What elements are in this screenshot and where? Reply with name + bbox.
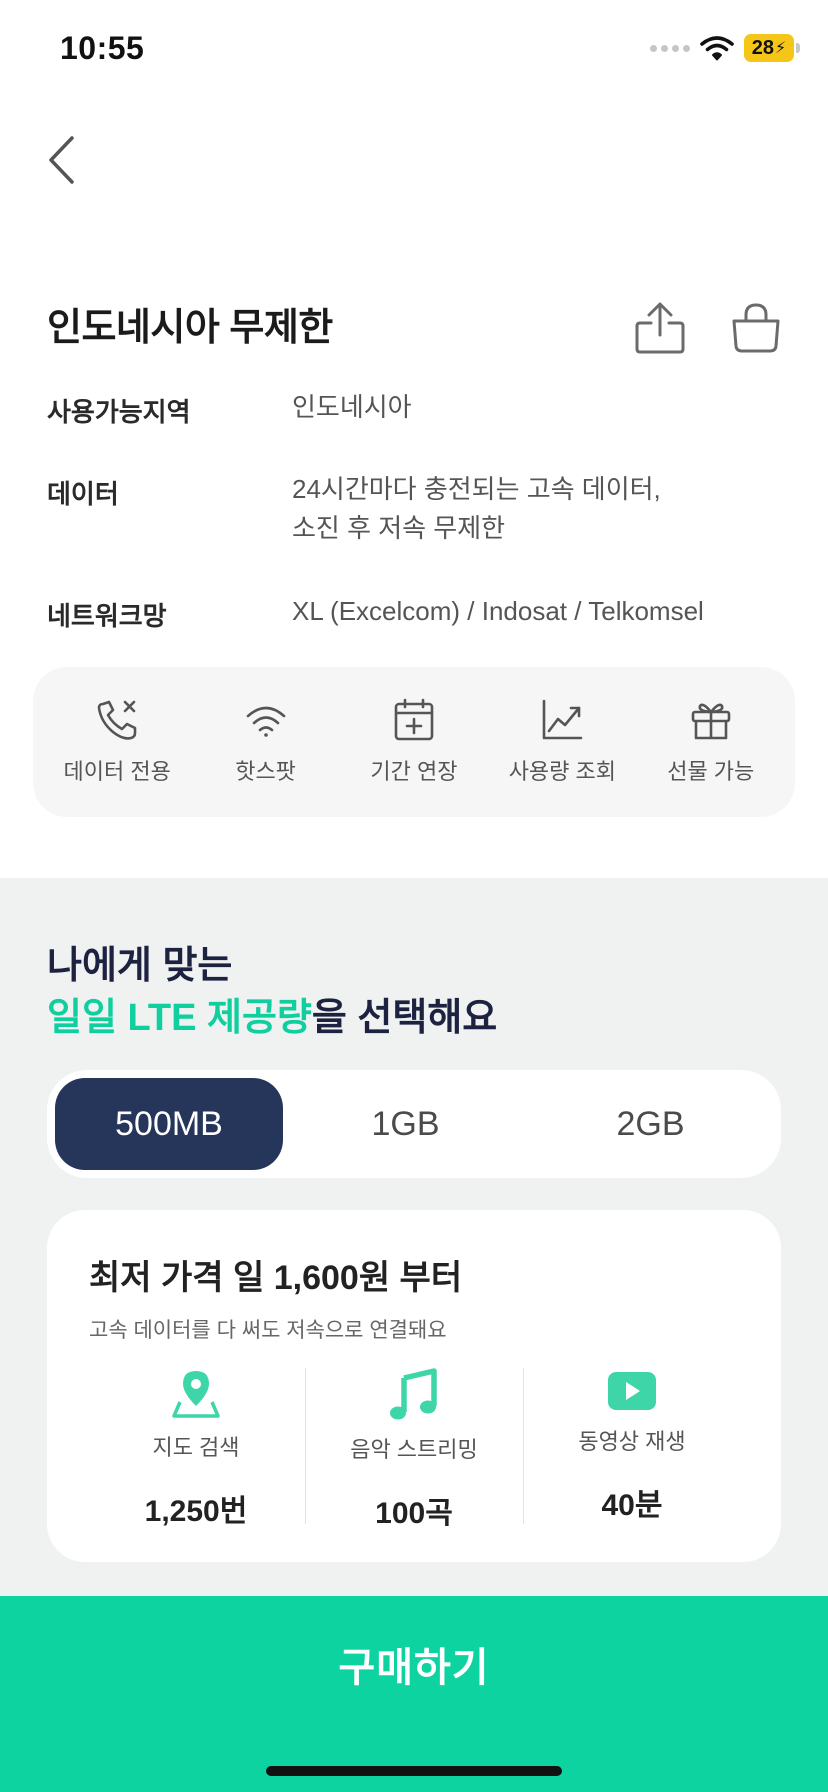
share-button[interactable] (628, 296, 692, 360)
headline-line1: 나에게 맞는 (47, 945, 233, 987)
usage-label: 지도 검색 (152, 1435, 240, 1460)
wifi-icon (246, 706, 285, 737)
status-bar: 10:55 28 ⚡ (0, 0, 828, 100)
info-label: 사용가능지역 (47, 397, 191, 427)
info-value-line1: 24시간마다 충전되는 고속 데이터, (292, 474, 661, 504)
play-icon (608, 1372, 656, 1410)
back-button[interactable] (36, 130, 86, 190)
usage-label: 동영상 재생 (578, 1429, 686, 1454)
music-note-icon (390, 1368, 437, 1420)
headline-rest: 을 선택해요 (311, 997, 498, 1039)
option-2gb[interactable]: 2GB (528, 1078, 773, 1170)
headline-accent: 일일 LTE 제공량 (47, 997, 312, 1039)
cellular-signal-icon (650, 44, 690, 52)
feature-label: 기간 연장 (370, 759, 458, 784)
calendar-plus-icon (394, 698, 434, 741)
price-card: 최저 가격 일 1,600원 부터 고속 데이터를 다 써도 저속으로 연결돼요… (47, 1210, 781, 1562)
buy-button[interactable]: 구매하기 (0, 1596, 828, 1732)
usage-label: 음악 스트리밍 (350, 1437, 478, 1462)
no-call-icon (97, 700, 137, 740)
buy-bar: 구매하기 (0, 1596, 828, 1792)
product-title: 인도네시아 무제한 (47, 307, 333, 349)
usage-value: 100곡 (375, 1497, 453, 1530)
status-icons: 28 ⚡ (650, 34, 800, 62)
usage-video-playback: 동영상 재생 40분 (523, 1368, 741, 1524)
charging-bolt-icon: ⚡ (775, 40, 787, 57)
feature-label: 핫스팟 (235, 759, 296, 784)
gift-icon (691, 703, 731, 740)
option-500mb[interactable]: 500MB (55, 1078, 283, 1170)
feature-gift: 선물 가능 (641, 698, 781, 786)
info-label: 네트워크망 (47, 601, 167, 631)
feature-list: 데이터 전용 핫스팟 기간 연장 사용량 조회 선물 가능 (33, 667, 795, 817)
usage-examples: 지도 검색 1,250번 음악 스트리밍 100곡 동영상 재생 40분 (87, 1368, 741, 1530)
usage-value: 40분 (601, 1489, 663, 1522)
price-subtitle: 고속 데이터를 다 써도 저속으로 연결돼요 (89, 1319, 447, 1342)
info-value: XL (Excelcom) / Indosat / Telkomsel (292, 596, 704, 626)
info-value: 인도네시아 (292, 392, 412, 422)
option-1gb[interactable]: 1GB (283, 1078, 528, 1170)
feature-label: 선물 가능 (667, 759, 755, 784)
usage-value: 1,250번 (144, 1495, 248, 1528)
headline-line2: 일일 LTE 제공량을 선택해요 (47, 992, 497, 1044)
home-indicator (266, 1766, 562, 1776)
map-pin-icon (172, 1371, 220, 1418)
status-time: 10:55 (60, 30, 145, 66)
cart-button[interactable] (724, 296, 788, 360)
info-label: 데이터 (47, 479, 119, 509)
battery-indicator: 28 ⚡ (744, 34, 800, 62)
battery-level: 28 (751, 36, 774, 59)
wifi-status-icon (700, 36, 734, 61)
chevron-left-icon (49, 136, 74, 184)
usage-map-search: 지도 검색 1,250번 (87, 1368, 305, 1528)
share-icon (635, 302, 685, 354)
feature-extend: 기간 연장 (344, 698, 484, 786)
feature-usage-check: 사용량 조회 (492, 698, 632, 786)
feature-label: 사용량 조회 (508, 759, 617, 784)
feature-label: 데이터 전용 (63, 759, 171, 784)
usage-music-streaming: 음악 스트리밍 100곡 (305, 1368, 523, 1530)
chart-icon (543, 699, 583, 740)
feature-data-only: 데이터 전용 (47, 698, 187, 786)
shopping-bag-icon (732, 303, 780, 353)
info-value-line2: 소진 후 저속 무제한 (292, 513, 506, 543)
feature-hotspot: 핫스팟 (196, 698, 336, 786)
selector-headline: 나에게 맞는 일일 LTE 제공량을 선택해요 (47, 940, 497, 1044)
data-amount-selector: 500MB 1GB 2GB (47, 1070, 781, 1178)
price-title: 최저 가격 일 1,600원 부터 (89, 1259, 463, 1297)
